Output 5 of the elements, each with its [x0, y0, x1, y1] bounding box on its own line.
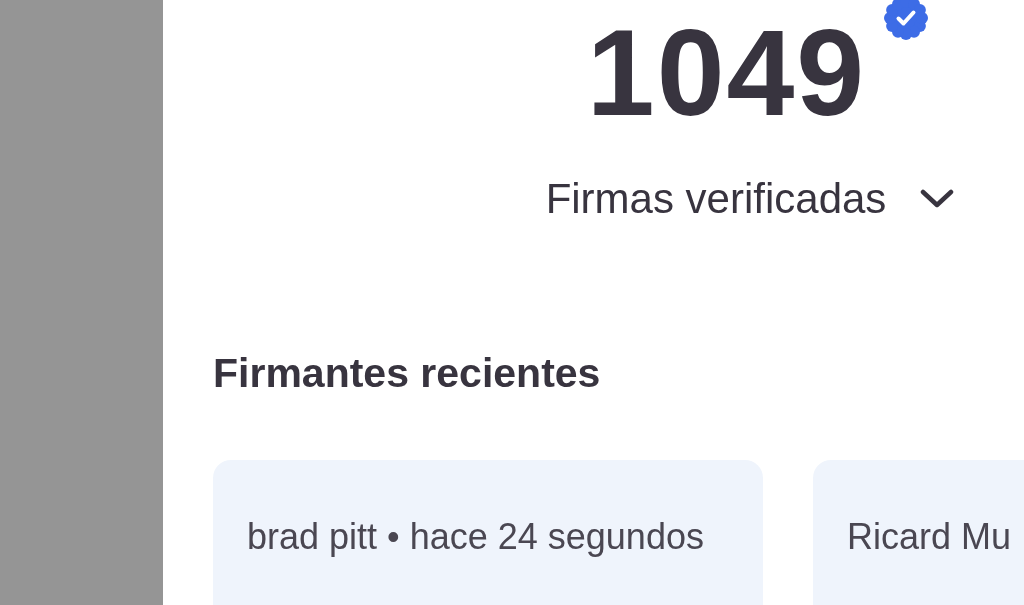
signature-filter-dropdown[interactable]: Firmas verificadas	[545, 178, 955, 220]
section-heading: Firmantes recientes	[213, 353, 601, 394]
signer-entry: Ricard Mu	[847, 516, 1012, 557]
signer-entry: brad pitt • hace 24 segundos	[247, 516, 704, 557]
signature-count: 1049	[586, 12, 867, 134]
